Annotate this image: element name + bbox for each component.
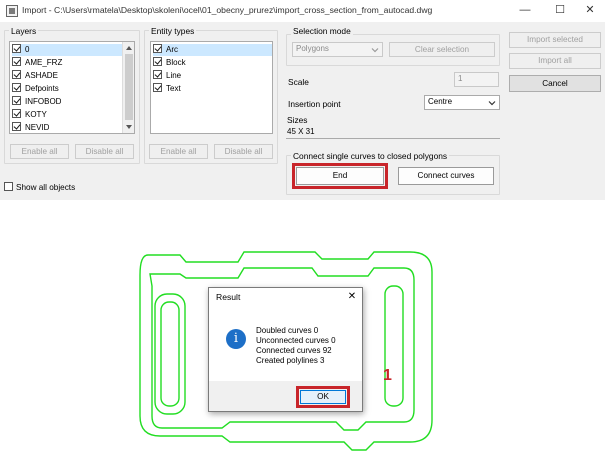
end-button[interactable]: End	[296, 167, 384, 185]
entity-type-item[interactable]: Block	[153, 57, 263, 69]
result-line: Created polylines 3	[256, 356, 325, 365]
import-all-button[interactable]: Import all	[509, 53, 601, 69]
checkbox-checked-icon[interactable]	[12, 83, 21, 92]
selection-mode-select[interactable]: Polygons	[292, 42, 383, 57]
show-all-objects-checkbox[interactable]: Show all objects	[4, 182, 75, 192]
layer-item[interactable]: Defpoints	[12, 83, 122, 95]
checkbox-checked-icon[interactable]	[153, 70, 162, 79]
chevron-down-icon	[488, 99, 496, 107]
checkbox-checked-icon[interactable]	[12, 109, 21, 118]
checkbox-checked-icon[interactable]	[12, 122, 21, 131]
checkbox-unchecked-icon[interactable]	[4, 182, 13, 191]
checkbox-checked-icon[interactable]	[153, 44, 162, 53]
result-line: Unconnected curves 0	[256, 336, 336, 345]
minimize-button[interactable]: —	[510, 0, 540, 22]
insertion-point-label: Insertion point	[288, 99, 341, 109]
import-settings-panel: Layers 0 AME_FRZ ASHADE Defpoints INFOBO…	[0, 22, 605, 200]
connect-curves-button[interactable]: Connect curves	[398, 167, 494, 185]
scale-input[interactable]: 1	[454, 72, 499, 87]
sizes-label: Sizes	[287, 115, 308, 125]
checkbox-checked-icon[interactable]	[12, 70, 21, 79]
result-line: Connected curves 92	[256, 346, 332, 355]
scroll-up-icon[interactable]	[125, 44, 133, 52]
selection-mode-label: Selection mode	[291, 26, 353, 36]
window-title: Import - C:\Users\rmatela\Desktop\skolen…	[22, 5, 433, 15]
chevron-down-icon	[371, 46, 379, 54]
import-selected-button[interactable]: Import selected	[509, 32, 601, 48]
scale-label: Scale	[288, 77, 309, 87]
title-bar: Import - C:\Users\rmatela\Desktop\skolen…	[0, 0, 605, 22]
cancel-button[interactable]: Cancel	[509, 75, 601, 92]
entity-type-item[interactable]: Text	[153, 83, 263, 95]
result-dialog: Result ✕ i Doubled curves 0 Unconnected …	[208, 287, 363, 412]
dialog-footer: OK	[209, 381, 362, 411]
connect-label: Connect single curves to closed polygons	[291, 151, 450, 161]
layers-enable-all-button[interactable]: Enable all	[10, 144, 69, 159]
layer-item[interactable]: 0	[12, 44, 122, 56]
dialog-title: Result	[216, 292, 241, 302]
layers-disable-all-button[interactable]: Disable all	[75, 144, 134, 159]
clear-selection-button[interactable]: Clear selection	[389, 42, 495, 57]
entity-types-label: Entity types	[149, 26, 197, 36]
scroll-thumb[interactable]	[125, 54, 133, 120]
layer-item[interactable]: KOTY	[12, 109, 122, 121]
result-line: Doubled curves 0	[256, 326, 319, 335]
entity-types-list[interactable]: Arc Block Line Text	[150, 41, 273, 134]
checkbox-checked-icon[interactable]	[153, 83, 162, 92]
checkbox-checked-icon[interactable]	[153, 57, 162, 66]
close-button[interactable]: ✕	[575, 0, 605, 22]
result-message: Doubled curves 0 Unconnected curves 0 Co…	[256, 326, 336, 366]
entity-type-item[interactable]: Arc	[153, 44, 272, 56]
step-one-marker: 1	[383, 367, 392, 384]
scroll-down-icon[interactable]	[125, 123, 133, 131]
layer-item[interactable]: NEVID	[12, 122, 122, 133]
entity-type-item[interactable]: Line	[153, 70, 263, 82]
sizes-value: 45 X 31	[286, 125, 500, 139]
checkbox-checked-icon[interactable]	[12, 44, 21, 53]
layer-item[interactable]: INFOBOD	[12, 96, 122, 108]
layers-list[interactable]: 0 AME_FRZ ASHADE Defpoints INFOBOD KOTY …	[9, 41, 135, 134]
layers-scrollbar[interactable]	[122, 42, 134, 133]
layer-item[interactable]: AME_FRZ	[12, 57, 122, 69]
maximize-button[interactable]: ☐	[545, 0, 575, 22]
ok-button[interactable]: OK	[300, 390, 346, 404]
entity-disable-all-button[interactable]: Disable all	[214, 144, 273, 159]
entity-enable-all-button[interactable]: Enable all	[149, 144, 208, 159]
insertion-point-select[interactable]: Centre	[424, 95, 500, 110]
checkbox-checked-icon[interactable]	[12, 57, 21, 66]
dialog-close-button[interactable]: ✕	[345, 290, 359, 304]
layers-label: Layers	[9, 26, 39, 36]
checkbox-checked-icon[interactable]	[12, 96, 21, 105]
app-icon	[6, 5, 18, 17]
info-icon: i	[226, 329, 246, 349]
layer-item[interactable]: ASHADE	[12, 70, 122, 82]
